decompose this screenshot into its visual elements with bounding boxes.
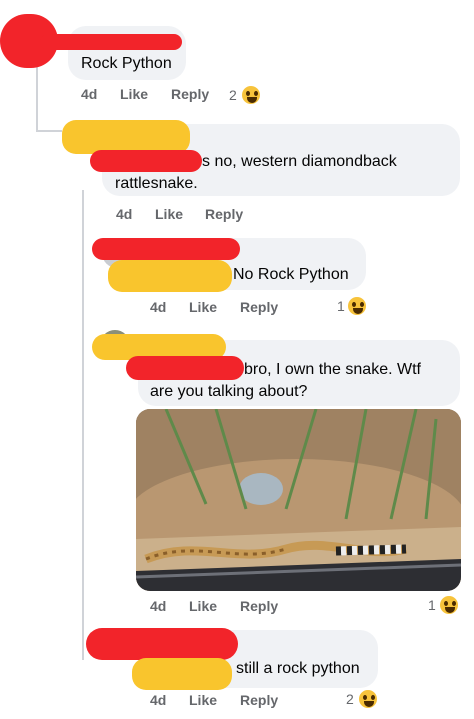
thread-line: [82, 190, 84, 660]
reaction-count[interactable]: 1: [428, 594, 468, 618]
reaction-number: 2: [229, 87, 237, 103]
redaction-mark: [132, 658, 232, 690]
reaction-number: 1: [337, 298, 345, 314]
reply-button[interactable]: Reply: [205, 206, 243, 222]
comment-actions: 4d Like Reply: [0, 598, 474, 618]
snake-photo[interactable]: [136, 409, 461, 591]
comment-text: rattlesnake.: [115, 175, 198, 192]
thread-line: [36, 130, 62, 132]
comment-time[interactable]: 4d: [150, 299, 166, 315]
reply-button[interactable]: Reply: [240, 692, 278, 708]
like-button[interactable]: Like: [189, 692, 217, 708]
comment-time[interactable]: 4d: [150, 598, 166, 614]
redaction-mark: [90, 150, 202, 172]
comment-text: bro, I own the snake. Wtf: [244, 361, 421, 378]
comment-text: are you talking about?: [150, 383, 308, 400]
haha-emoji-icon: [438, 594, 460, 616]
reaction-number: 1: [428, 597, 436, 613]
reply-button[interactable]: Reply: [171, 86, 209, 102]
comment-time[interactable]: 4d: [81, 86, 97, 102]
comment-actions: 4d Like Reply: [0, 299, 474, 319]
comment-text: s no, western diamondback: [202, 153, 397, 170]
reaction-number: 2: [346, 691, 354, 707]
comment-text: Rock Python: [81, 55, 172, 72]
redaction-mark: [62, 120, 190, 154]
redaction-mark: [92, 238, 240, 260]
comment-actions: 4d Like Reply: [0, 206, 474, 226]
reply-button[interactable]: Reply: [240, 299, 278, 315]
haha-emoji-icon: [346, 295, 368, 317]
comment-text: still a rock python: [236, 660, 360, 677]
reaction-count[interactable]: 2: [229, 84, 269, 108]
reply-button[interactable]: Reply: [240, 598, 278, 614]
snake-photo-art: [136, 409, 461, 591]
redaction-mark: [108, 260, 232, 292]
haha-emoji-icon: [357, 688, 379, 710]
redaction-mark: [86, 628, 238, 660]
like-button[interactable]: Like: [120, 86, 148, 102]
reaction-count[interactable]: 2: [346, 688, 386, 712]
redaction-mark: [40, 34, 182, 50]
like-button[interactable]: Like: [189, 299, 217, 315]
reaction-count[interactable]: 1: [337, 295, 377, 319]
redaction-mark: [126, 356, 244, 380]
like-button[interactable]: Like: [189, 598, 217, 614]
comment-time[interactable]: 4d: [116, 206, 132, 222]
comment-time[interactable]: 4d: [150, 692, 166, 708]
like-button[interactable]: Like: [155, 206, 183, 222]
haha-emoji-icon: [240, 84, 262, 106]
comment-text: No Rock Python: [233, 266, 349, 283]
comment-actions: 4d Like Reply: [0, 692, 474, 712]
